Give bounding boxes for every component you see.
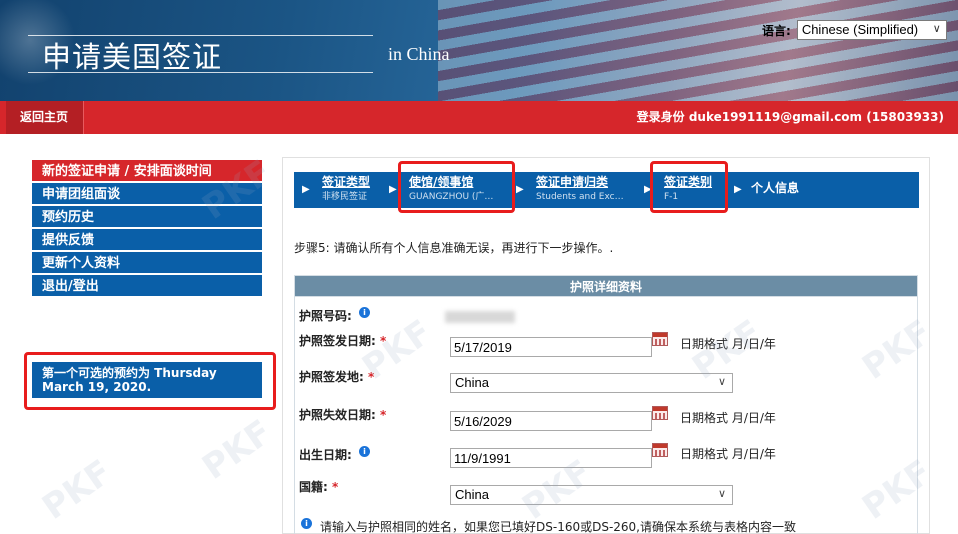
main-panel: ▶ 签证类型 非移民签证 ▶ 使馆/领事馆 GUANGZHOU (广… ▶ 签证… xyxy=(282,157,930,534)
step-visa-type[interactable]: 签证类型 非移民签证 xyxy=(322,174,382,204)
sidebar-item-feedback[interactable]: 提供反馈 xyxy=(32,229,262,252)
title-rule-bottom xyxy=(28,72,373,73)
flag-stripes-decoration xyxy=(438,0,958,101)
issue-place-select[interactable]: China ∨ xyxy=(450,373,733,393)
page-subtitle: in China xyxy=(388,44,450,64)
name-note: i 请输入与护照相同的姓名，如果您已填好DS-160或DS-260,请确保本系统与… xyxy=(301,518,796,534)
sidebar-item-logout[interactable]: 退出/登出 xyxy=(32,275,262,298)
expiry-date-label-text: 护照失效日期: xyxy=(299,408,376,422)
arrow-right-icon: ▶ xyxy=(302,184,310,195)
step-value: Students and Exc… xyxy=(536,192,624,202)
arrow-right-icon: ▶ xyxy=(516,184,524,195)
birth-date-label: 出生日期: i xyxy=(299,446,370,463)
passport-number-redacted xyxy=(445,311,515,323)
chevron-down-icon: ∨ xyxy=(932,23,941,35)
passport-number-label-text: 护照号码: xyxy=(299,309,352,323)
highlight-box-visa-class xyxy=(650,161,728,213)
step-category[interactable]: 签证申请归类 Students and Exc… xyxy=(536,174,626,204)
step-personal-info: 个人信息 xyxy=(751,180,821,196)
passport-number-label: 护照号码: i xyxy=(299,307,370,324)
page-title: 申请美国签证 xyxy=(42,40,223,74)
issue-place-label: 护照签发地: * xyxy=(299,368,374,385)
nationality-select[interactable]: China ∨ xyxy=(450,485,733,505)
nationality-label-text: 国籍: xyxy=(299,480,328,494)
home-link[interactable]: 返回主页 xyxy=(6,101,84,134)
chevron-down-icon: ∨ xyxy=(717,376,726,388)
header-banner: 申请美国签证 in China 语言: Chinese (Simplified)… xyxy=(0,0,958,101)
info-icon: i xyxy=(301,518,312,529)
info-icon[interactable]: i xyxy=(359,307,370,318)
passport-form: 护照号码: i 护照签发日期: * 5/17/2019 日期格式 月/日/年 护… xyxy=(294,297,918,534)
issue-place-value: China xyxy=(455,375,489,390)
required-marker: * xyxy=(368,370,375,384)
language-label: 语言: xyxy=(762,23,791,38)
watermark: PKF xyxy=(195,412,280,488)
arrow-right-icon: ▶ xyxy=(389,184,397,195)
required-marker: * xyxy=(380,334,387,348)
arrow-right-icon: ▶ xyxy=(734,184,742,195)
sidebar: 新的签证申请 / 安排面谈时间 申请团组面谈 预约历史 提供反馈 更新个人资料 … xyxy=(32,160,262,298)
language-select[interactable]: Chinese (Simplified) ∨ xyxy=(796,20,947,40)
watermark: PKF xyxy=(35,452,120,528)
issue-date-label: 护照签发日期: * xyxy=(299,332,386,349)
step-label: 签证申请归类 xyxy=(536,175,609,189)
date-format-hint: 日期格式 月/日/年 xyxy=(680,337,776,351)
step-value: 非移民签证 xyxy=(322,192,368,202)
highlight-box-appointment xyxy=(24,352,276,410)
info-icon[interactable]: i xyxy=(359,446,370,457)
name-note-text: 请输入与护照相同的姓名，如果您已填好DS-160或DS-260,请确保本系统与表… xyxy=(320,520,797,534)
issue-place-label-text: 护照签发地: xyxy=(299,370,364,384)
date-format-hint: 日期格式 月/日/年 xyxy=(680,447,776,461)
birth-date-input[interactable]: 11/9/1991 xyxy=(450,448,652,468)
chevron-down-icon: ∨ xyxy=(717,488,726,500)
calendar-icon[interactable] xyxy=(652,443,668,457)
expiry-date-label: 护照失效日期: * xyxy=(299,406,386,423)
sidebar-item-new-application[interactable]: 新的签证申请 / 安排面谈时间 xyxy=(32,160,262,183)
highlight-box-consulate xyxy=(398,161,515,213)
sidebar-item-update-profile[interactable]: 更新个人资料 xyxy=(32,252,262,275)
nav-bar: 返回主页 登录身份 duke1991119@gmail.com (1580393… xyxy=(0,101,958,134)
login-info: 登录身份 duke1991119@gmail.com (15803933) xyxy=(636,110,944,124)
progress-steps: ▶ 签证类型 非移民签证 ▶ 使馆/领事馆 GUANGZHOU (广… ▶ 签证… xyxy=(294,172,919,208)
required-marker: * xyxy=(332,480,339,494)
birth-date-label-text: 出生日期: xyxy=(299,448,352,462)
sidebar-item-group-interview[interactable]: 申请团组面谈 xyxy=(32,183,262,206)
issue-date-label-text: 护照签发日期: xyxy=(299,334,376,348)
step-label: 个人信息 xyxy=(751,181,800,195)
section-title: 护照详细资料 xyxy=(294,275,918,297)
calendar-icon[interactable] xyxy=(652,406,668,420)
expiry-date-input[interactable]: 5/16/2029 xyxy=(450,411,652,431)
step-instruction: 步骤5: 请确认所有个人信息准确无误，再进行下一步操作。. xyxy=(294,241,614,255)
nationality-label: 国籍: * xyxy=(299,478,338,495)
date-format-hint: 日期格式 月/日/年 xyxy=(680,411,776,425)
issue-date-input[interactable]: 5/17/2019 xyxy=(450,337,652,357)
nationality-value: China xyxy=(455,487,489,502)
calendar-icon[interactable] xyxy=(652,332,668,346)
language-selector: 语言: Chinese (Simplified) ∨ xyxy=(762,20,947,40)
language-select-value: Chinese (Simplified) xyxy=(801,22,919,37)
step-label: 签证类型 xyxy=(322,175,371,189)
required-marker: * xyxy=(380,408,387,422)
sidebar-item-appointment-history[interactable]: 预约历史 xyxy=(32,206,262,229)
